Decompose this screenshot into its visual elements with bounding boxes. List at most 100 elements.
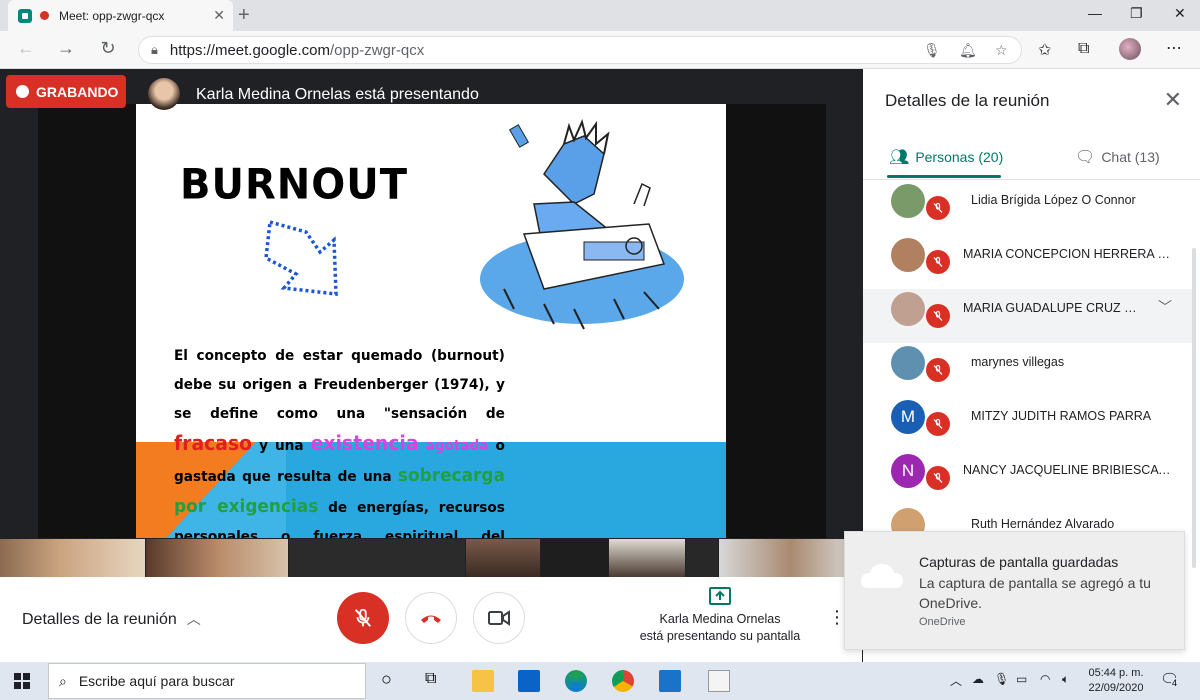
presenter-banner: Karla Medina Ornelas está presentando [196,86,479,103]
minimize-window-button[interactable]: — [1088,5,1102,21]
presenting-line-1: Karla Medina Ornelas [659,612,781,626]
windows-start-icon[interactable] [14,673,30,689]
reload-button[interactable]: ↻ [96,38,120,59]
onedrive-notification[interactable]: Capturas de pantalla guardadas La captur… [844,531,1185,650]
meeting-details-toggle[interactable]: Detalles de la reunión ︿ [22,609,201,629]
show-hidden-icons[interactable]: ︿ [950,672,962,689]
chat-icon: 🗨︎ [1075,149,1096,166]
tab-chat[interactable]: 🗨︎ Chat (13) [1075,147,1160,167]
participant-row[interactable]: MARIA CONCEPCION HERRERA SAN... [863,235,1193,289]
participant-video-tile[interactable] [146,539,288,577]
address-bar[interactable]: 🔒︎ https://meet.google.com/opp-zwgr-qcx … [138,36,1022,64]
meet-control-bar: Detalles de la reunión ︿ Karla Medina Orn… [0,577,862,662]
mic-off-icon [354,608,372,627]
mail-icon[interactable] [518,670,540,692]
participant-name: marynes villegas [971,355,1065,369]
people-icon: 👥︎ [889,149,910,166]
collections-icon[interactable]: ⧉ [1078,40,1089,58]
participant-row[interactable]: MARIA GUADALUPE CRUZ RIV... ﹀ [863,289,1193,343]
action-center-icon[interactable]: 🗨︎ 4 [1160,670,1180,690]
close-tab-icon[interactable]: ✕ [213,7,225,24]
battery-icon[interactable]: ▭ [1016,672,1027,686]
document-icon[interactable] [708,670,730,692]
participant-name: Lidia Brígida López O Connor [971,193,1136,207]
participant-video-tile[interactable] [289,539,465,577]
meet-favicon-icon [18,8,32,23]
present-screen-icon [709,587,731,605]
slide-body-text: El concepto de estar quemado (burnout) d… [174,348,505,538]
camera-button[interactable] [473,592,525,644]
tab-people[interactable]: 👥︎ Personas (20) [889,147,1003,167]
url-host: https://meet.google.com [169,41,331,59]
participant-row[interactable]: N NANCY JACQUELINE BRIBIESCA RA... [863,451,1193,505]
search-placeholder: Escribe aquí para buscar [78,673,235,689]
presenting-line-2: está presentando su pantalla [639,629,801,643]
participant-video-tile[interactable] [0,539,145,577]
taskbar-search-box[interactable]: ⌕ Escribe aquí para buscar [48,663,366,699]
forward-button[interactable]: → [54,38,78,59]
profile-avatar[interactable] [1119,38,1141,60]
stressed-worker-illustration [480,118,684,330]
browser-tab-meet[interactable]: Meet: opp-zwgr-qcx ✕ [8,0,233,31]
url-path: /opp-zwgr-qcx [330,41,425,59]
recording-dot-icon [16,85,29,98]
participant-row[interactable]: Lidia Brígida López O Connor [863,181,1193,235]
edge-browser-icon[interactable] [565,670,587,692]
back-button[interactable]: ← [14,38,38,59]
task-view-icon[interactable]: ⧉ [425,670,447,692]
video-camera-icon [488,610,510,626]
muted-mic-icon [926,196,950,220]
muted-mic-icon [926,304,950,328]
favorites-icon[interactable]: ✩ [1038,40,1051,60]
muted-mic-icon [926,412,950,436]
participant-video-tile[interactable] [541,539,608,577]
participant-video-tile[interactable] [719,539,862,577]
recording-badge: GRABANDO [6,75,126,108]
recording-dot-icon [40,11,49,20]
taskbar-clock[interactable]: 05:44 p. m. 22/09/2020 [1082,666,1150,696]
recording-label: GRABANDO [36,83,119,100]
file-explorer-icon[interactable] [472,670,494,692]
mic-off-button[interactable] [337,592,389,644]
panel-scrollbar[interactable] [1192,248,1196,568]
notification-title: Capturas de pantalla guardadas [919,554,1119,570]
participant-name: MARIA GUADALUPE CRUZ RIV... [963,301,1143,315]
onedrive-tray-icon[interactable]: ☁︎ [972,672,984,686]
lock-icon: 🔒︎ [151,42,158,57]
new-tab-button[interactable]: + [238,4,250,27]
wifi-icon[interactable]: ◠ [1040,672,1050,686]
more-menu-icon[interactable]: ⋯ [1166,38,1182,58]
microphone-tray-icon[interactable]: 🎙︎ [994,672,1009,686]
presenting-status[interactable]: Karla Medina Ornelas está presentando su… [630,587,810,645]
maximize-window-button[interactable]: ❐ [1130,5,1143,22]
participant-video-tile[interactable] [686,539,718,577]
cortana-icon[interactable]: ○ [381,669,403,691]
participant-avatar: N [891,454,925,488]
participant-row[interactable]: M MITZY JUDITH RAMOS PARRA [863,397,1193,451]
active-tab-indicator [887,175,1001,178]
microphone-icon[interactable]: 🎙︎ [923,42,941,59]
chevron-down-icon[interactable]: ﹀ [1158,297,1172,317]
photos-icon[interactable] [659,670,681,692]
participant-name: NANCY JACQUELINE BRIBIESCA RA... [963,463,1173,477]
browser-tab-strip: Meet: opp-zwgr-qcx ✕ + — ❐ ✕ [0,0,1200,31]
close-window-button[interactable]: ✕ [1174,5,1186,22]
participant-video-tile[interactable] [609,539,685,577]
participant-row[interactable]: marynes villegas [863,343,1193,397]
favorite-star-icon[interactable]: ☆ [995,42,1008,59]
participant-video-tile[interactable] [466,539,540,577]
end-call-button[interactable] [405,592,457,644]
windows-taskbar: ⌕ Escribe aquí para buscar ○ ⧉ ︿ ☁︎ 🎙︎ ▭… [0,662,1200,700]
presentation-slide: BURNOUT El concepto de estar quemado (bu… [136,104,726,538]
participant-name: Ruth Hernández Alvarado [971,517,1115,531]
tab-divider [863,179,1200,180]
participant-avatar [891,292,925,326]
participant-avatar: M [891,400,925,434]
volume-icon[interactable]: 🔈︎ [1062,672,1069,687]
close-panel-icon[interactable]: ✕ [1164,87,1182,113]
muted-mic-icon [926,466,950,490]
chrome-icon[interactable] [612,670,634,692]
notification-bell-icon[interactable]: 🔔︎ [959,42,977,59]
presenter-avatar [148,78,180,110]
hang-up-icon [421,615,441,623]
